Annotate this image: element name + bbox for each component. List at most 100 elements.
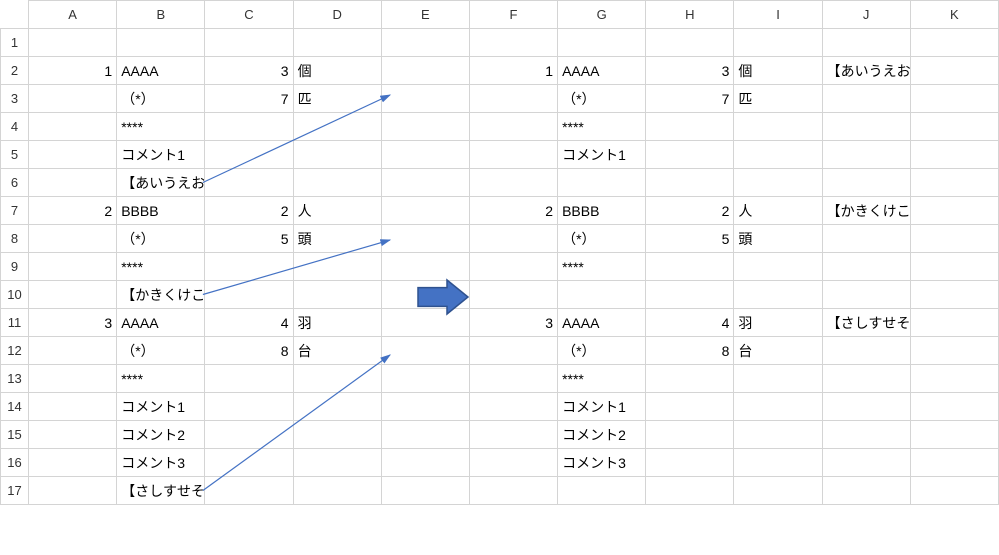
cell-F12[interactable] [469,337,557,365]
cell-H16[interactable] [646,449,734,477]
cell-D9[interactable] [293,253,381,281]
cell-K15[interactable] [910,421,998,449]
cell-J8[interactable] [822,225,910,253]
cell-H11[interactable]: 4 [646,309,734,337]
cell-G14[interactable]: コメント1 [558,393,646,421]
col-header[interactable]: B [117,1,205,29]
cell-G4[interactable]: **** [558,113,646,141]
cell-C9[interactable] [205,253,293,281]
col-header[interactable]: C [205,1,293,29]
cell-H3[interactable]: 7 [646,85,734,113]
cell-B16[interactable]: コメント3 [117,449,205,477]
row-header[interactable]: 11 [1,309,29,337]
cell-D13[interactable] [293,365,381,393]
cell-A16[interactable] [29,449,117,477]
cell-J11[interactable]: 【さしすせそ】 [822,309,910,337]
cell-E15[interactable] [381,421,469,449]
cell-G2[interactable]: AAAA [558,57,646,85]
cell-J15[interactable] [822,421,910,449]
cell-I6[interactable] [734,169,822,197]
cell-C5[interactable] [205,141,293,169]
cell-I10[interactable] [734,281,822,309]
cell-J9[interactable] [822,253,910,281]
cell-K4[interactable] [910,113,998,141]
cell-F10[interactable] [469,281,557,309]
row-header[interactable]: 15 [1,421,29,449]
cell-A4[interactable] [29,113,117,141]
cell-B1[interactable] [117,29,205,57]
cell-D8[interactable]: 頭 [293,225,381,253]
cell-C13[interactable] [205,365,293,393]
cell-C16[interactable] [205,449,293,477]
col-header[interactable]: A [29,1,117,29]
cell-E4[interactable] [381,113,469,141]
cell-D15[interactable] [293,421,381,449]
cell-G12[interactable]: （*） [558,337,646,365]
cell-E9[interactable] [381,253,469,281]
cell-G13[interactable]: **** [558,365,646,393]
cell-K3[interactable] [910,85,998,113]
cell-G15[interactable]: コメント2 [558,421,646,449]
cell-G10[interactable] [558,281,646,309]
cell-K7[interactable] [910,197,998,225]
cell-B9[interactable]: **** [117,253,205,281]
cell-E16[interactable] [381,449,469,477]
cell-D11[interactable]: 羽 [293,309,381,337]
cell-C8[interactable]: 5 [205,225,293,253]
cell-J1[interactable] [822,29,910,57]
cell-J5[interactable] [822,141,910,169]
cell-A5[interactable] [29,141,117,169]
cell-G7[interactable]: BBBB [558,197,646,225]
row-header[interactable]: 6 [1,169,29,197]
cell-D12[interactable]: 台 [293,337,381,365]
cell-C2[interactable]: 3 [205,57,293,85]
cell-E1[interactable] [381,29,469,57]
cell-F9[interactable] [469,253,557,281]
cell-F16[interactable] [469,449,557,477]
row-header[interactable]: 13 [1,365,29,393]
row-header[interactable]: 17 [1,477,29,505]
col-header[interactable]: G [558,1,646,29]
col-header[interactable]: H [646,1,734,29]
cell-A14[interactable] [29,393,117,421]
cell-H1[interactable] [646,29,734,57]
cell-I15[interactable] [734,421,822,449]
cell-D10[interactable] [293,281,381,309]
cell-K16[interactable] [910,449,998,477]
cell-B15[interactable]: コメント2 [117,421,205,449]
cell-J7[interactable]: 【かきくけこ】 [822,197,910,225]
cell-F14[interactable] [469,393,557,421]
cell-K14[interactable] [910,393,998,421]
cell-F17[interactable] [469,477,557,505]
cell-I5[interactable] [734,141,822,169]
cell-A12[interactable] [29,337,117,365]
cell-I12[interactable]: 台 [734,337,822,365]
cell-E2[interactable] [381,57,469,85]
cell-A13[interactable] [29,365,117,393]
cell-I14[interactable] [734,393,822,421]
cell-F11[interactable]: 3 [469,309,557,337]
cell-E11[interactable] [381,309,469,337]
cell-K8[interactable] [910,225,998,253]
cell-G11[interactable]: AAAA [558,309,646,337]
cell-J2[interactable]: 【あいうえお】 [822,57,910,85]
cell-C17[interactable] [205,477,293,505]
cell-C3[interactable]: 7 [205,85,293,113]
cell-K2[interactable] [910,57,998,85]
cell-K1[interactable] [910,29,998,57]
cell-G5[interactable]: コメント1 [558,141,646,169]
cell-H6[interactable] [646,169,734,197]
cell-D1[interactable] [293,29,381,57]
cell-C10[interactable] [205,281,293,309]
cell-A9[interactable] [29,253,117,281]
row-header[interactable]: 8 [1,225,29,253]
cell-B7[interactable]: BBBB [117,197,205,225]
cell-A2[interactable]: 1 [29,57,117,85]
col-header[interactable]: I [734,1,822,29]
cell-B8[interactable]: （*） [117,225,205,253]
cell-D4[interactable] [293,113,381,141]
cell-K5[interactable] [910,141,998,169]
cell-C12[interactable]: 8 [205,337,293,365]
cell-K10[interactable] [910,281,998,309]
cell-H14[interactable] [646,393,734,421]
